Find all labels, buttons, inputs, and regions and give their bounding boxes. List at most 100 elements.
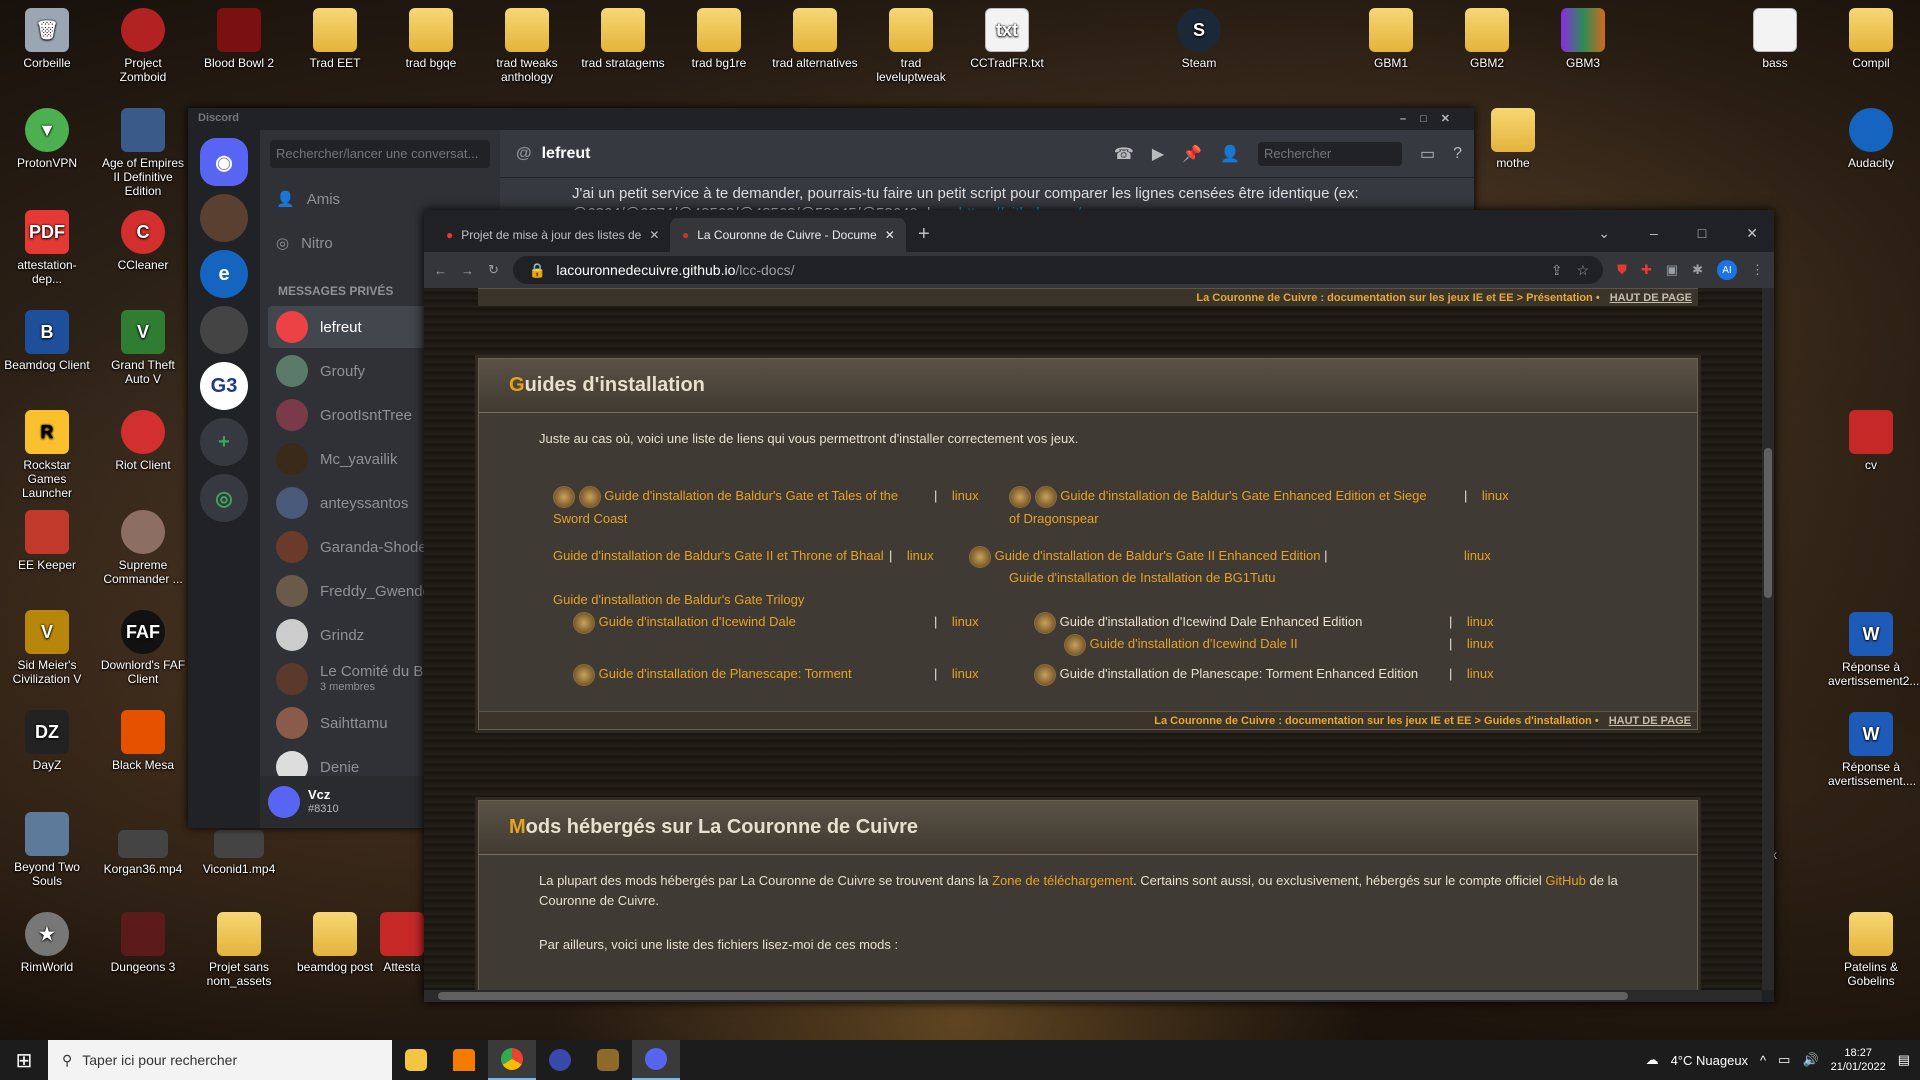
guide-link[interactable]: Guide d'installation de Baldur's Gate En… — [1009, 488, 1427, 526]
desktop-icon-gta[interactable]: V Grand Theft Auto V — [100, 310, 186, 386]
guide-link[interactable]: Guide d'installation d'Icewind Dale II — [1090, 636, 1298, 651]
desktop-icon-rimworld[interactable]: ★ RimWorld — [4, 912, 90, 974]
network-icon[interactable]: ▭ — [1778, 1052, 1790, 1068]
github-link[interactable]: GitHub — [1545, 873, 1585, 888]
menu-icon[interactable]: ⋮ — [1751, 262, 1764, 278]
guide-link[interactable]: Guide d'installation de Planescape: Torm… — [1060, 666, 1419, 681]
desktop-file[interactable]: mothe — [1470, 108, 1556, 170]
guide-link[interactable]: Guide d'installation de Baldur's Gate Tr… — [553, 592, 804, 607]
desktop-icon-recycle-bin[interactable]: 🗑 Corbeille — [4, 8, 90, 70]
guide-link[interactable]: Guide d'installation d'Icewind Dale Enha… — [1060, 614, 1363, 629]
help-icon[interactable]: ? — [1453, 145, 1462, 163]
call-icon[interactable]: ☎ — [1114, 144, 1134, 164]
reload-icon[interactable]: ↻ — [488, 262, 499, 278]
address-bar[interactable]: 🔒 lacouronnedecuivre.github.io/lcc-docs/… — [512, 256, 1604, 284]
desktop-icon-beyond[interactable]: Beyond Two Souls — [4, 812, 90, 888]
chrome-icon[interactable] — [488, 1040, 536, 1080]
browser-tab[interactable]: ● Projet de mise à jour des listes de ✕ — [434, 218, 670, 252]
desktop-word-doc[interactable]: W Réponse à avertissement2... — [1828, 612, 1919, 688]
browser-tab-active[interactable]: ● La Couronne de Cuivre - Docume ✕ — [670, 218, 906, 252]
download-zone-link[interactable]: Zone de téléchargement — [992, 873, 1133, 888]
desktop-folder[interactable]: Patelins & Gobelins — [1828, 912, 1914, 988]
desktop-icon-protonvpn[interactable]: ▼ ProtonVPN — [4, 108, 90, 170]
desktop-folder[interactable]: trad bgqe — [388, 8, 474, 70]
desktop-file-pdf[interactable]: PDF attestation-dep... — [4, 210, 90, 286]
discord-home-icon[interactable]: ◉ — [200, 138, 248, 186]
extensions-icon[interactable]: ✱ — [1692, 262, 1703, 278]
inbox-icon[interactable]: ▭ — [1420, 144, 1435, 164]
desktop-icon-civ5[interactable]: V Sid Meier's Civilization V — [4, 610, 90, 686]
linux-link[interactable]: linux — [1482, 488, 1509, 503]
tab-search-icon[interactable]: ⌄ — [1598, 225, 1610, 242]
profile-avatar[interactable]: AI — [1717, 260, 1737, 280]
desktop-folder[interactable]: trad alternatives — [772, 8, 858, 70]
discord-icon[interactable] — [632, 1040, 680, 1080]
weather-widget[interactable]: 4°C Nuageux — [1671, 1053, 1748, 1068]
horizontal-scrollbar[interactable] — [424, 990, 1762, 1002]
desktop-folder[interactable]: trad stratagems — [580, 8, 666, 70]
server-icon[interactable]: e — [200, 250, 248, 298]
desktop-folder[interactable]: Compil — [1828, 8, 1914, 70]
chat-search-input[interactable]: Rechercher — [1257, 141, 1402, 166]
extension-icon[interactable]: ✚ — [1641, 262, 1652, 278]
desktop-icon-faf[interactable]: FAF Downlord's FAF Client — [100, 610, 186, 686]
desktop-folder[interactable]: trad leveluptweak — [868, 8, 954, 84]
notifications-icon[interactable]: ▤ — [1898, 1052, 1910, 1068]
vertical-scrollbar[interactable] — [1762, 288, 1774, 990]
add-server-icon[interactable]: + — [200, 418, 248, 466]
chevron-up-icon[interactable]: ^ — [1760, 1053, 1766, 1068]
linux-link[interactable]: linux — [952, 614, 979, 629]
forward-icon[interactable]: → — [461, 263, 474, 278]
bookmark-star-icon[interactable]: ☆ — [1577, 262, 1590, 279]
scroll-thumb[interactable] — [1764, 448, 1772, 598]
desktop-file[interactable]: Attesta — [372, 912, 432, 974]
desktop-word-doc[interactable]: W Réponse à avertissement.... — [1828, 712, 1916, 788]
desktop-folder[interactable]: Trad EET — [292, 8, 378, 70]
desktop-icon-project-zomboid[interactable]: Project Zomboid — [100, 8, 186, 84]
desktop-icon-aoe2[interactable]: Age of Empires II Definitive Edition — [100, 108, 186, 198]
desktop-icon-ee-keeper[interactable]: EE Keeper — [4, 510, 90, 572]
desktop-video[interactable]: Viconid1.mp4 — [196, 830, 282, 876]
close-tab-icon[interactable]: ✕ — [885, 228, 895, 242]
server-icon[interactable]: G3 — [200, 362, 248, 410]
linux-link[interactable]: linux — [1467, 636, 1494, 651]
desktop-icon-blood-bowl[interactable]: Blood Bowl 2 — [196, 8, 282, 70]
scroll-thumb[interactable] — [438, 992, 1628, 1000]
video-call-icon[interactable]: ▶ — [1152, 144, 1164, 164]
desktop-folder[interactable]: beamdog post — [292, 912, 378, 974]
desktop-folder[interactable]: GBM2 — [1444, 8, 1530, 70]
close-tab-icon[interactable]: ✕ — [649, 228, 659, 242]
file-explorer-icon[interactable] — [392, 1040, 440, 1080]
guide-link[interactable]: Guide d'installation de Installation de … — [1009, 570, 1276, 585]
windows-start-icon[interactable]: ⊞ — [0, 1040, 48, 1080]
share-icon[interactable]: ⇪ — [1551, 262, 1563, 279]
desktop-icon-supreme-commander[interactable]: Supreme Commander ... — [100, 510, 186, 586]
desktop-archive[interactable]: GBM3 — [1540, 8, 1626, 70]
desktop-folder[interactable]: Projet sans nom_assets — [196, 912, 282, 988]
desktop-icon-beamdog[interactable]: B Beamdog Client — [4, 310, 90, 372]
top-of-page-link[interactable]: HAUT DE PAGE — [1609, 715, 1691, 727]
desktop-icon-dungeons[interactable]: Dungeons 3 — [100, 912, 186, 974]
screenshot-icon[interactable]: ▣ — [1666, 262, 1678, 278]
taskbar-search-input[interactable]: ⚲ Taper ici pour rechercher — [48, 1040, 392, 1080]
desktop-icon-steam[interactable]: S Steam — [1156, 8, 1242, 70]
clock[interactable]: 18:27 21/01/2022 — [1831, 1046, 1886, 1074]
close-icon[interactable]: ✕ — [1746, 225, 1758, 242]
new-tab-icon[interactable]: + — [906, 223, 942, 252]
back-icon[interactable]: ← — [434, 263, 447, 278]
desktop-folder[interactable]: GBM1 — [1348, 8, 1434, 70]
guide-link[interactable]: Guide d'installation de Planescape: Torm… — [599, 666, 852, 681]
desktop-icon-audacity[interactable]: Audacity — [1828, 108, 1914, 170]
vlc-icon[interactable] — [440, 1040, 488, 1080]
desktop-icon-ccleaner[interactable]: C CCleaner — [100, 210, 186, 272]
desktop-icon-rockstar[interactable]: R Rockstar Games Launcher — [4, 410, 90, 500]
volume-icon[interactable]: 🔊 — [1802, 1052, 1818, 1068]
linux-link[interactable]: linux — [952, 488, 979, 503]
linux-link[interactable]: linux — [952, 666, 979, 681]
app-icon[interactable] — [536, 1040, 584, 1080]
add-friend-icon[interactable]: 👤 — [1220, 144, 1240, 164]
desktop-folder[interactable]: trad bg1re — [676, 8, 762, 70]
guide-link[interactable]: Guide d'installation de Baldur's Gate II… — [995, 548, 1321, 563]
guide-link[interactable]: Guide d'installation de Baldur's Gate II… — [553, 548, 884, 563]
desktop-icon-black-mesa[interactable]: Black Mesa — [100, 710, 186, 772]
